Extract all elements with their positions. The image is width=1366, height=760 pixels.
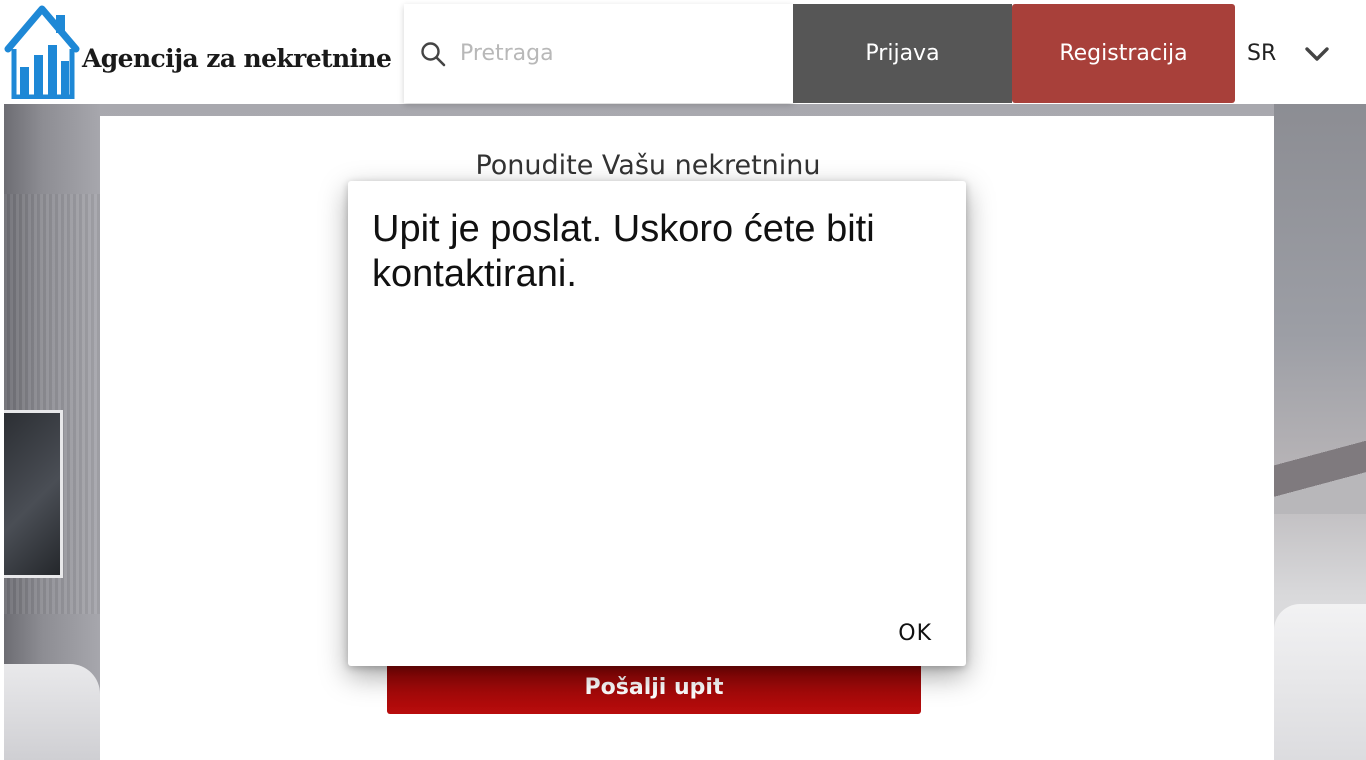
background-chair	[4, 664, 100, 760]
site-header: Agencija za nekretnine Prijava Registrac…	[0, 0, 1366, 104]
dialog-message: Upit je poslat. Uskoro ćete biti kontakt…	[372, 208, 875, 295]
house-chart-icon	[4, 5, 80, 100]
background-mountain	[1274, 434, 1366, 514]
page: Agencija za nekretnine Prijava Registrac…	[0, 0, 1366, 760]
submit-inquiry-button[interactable]: Pošalji upit	[387, 660, 921, 714]
dialog-ok-button[interactable]: OK	[898, 617, 932, 650]
language-selector[interactable]: SR	[1247, 4, 1362, 103]
search-icon	[420, 41, 446, 67]
search-box[interactable]	[404, 4, 793, 103]
background-tv	[4, 410, 63, 578]
confirmation-dialog: Upit je poslat. Uskoro ćete biti kontakt…	[348, 181, 966, 666]
language-label: SR	[1247, 41, 1277, 66]
logo-text: Agencija za nekretnine	[82, 43, 392, 73]
background-sofa	[1274, 604, 1366, 760]
site-logo[interactable]: Agencija za nekretnine	[4, 4, 404, 100]
page-title: Ponudite Vašu nekretninu	[475, 150, 821, 181]
chevron-down-icon	[1304, 45, 1330, 63]
register-button[interactable]: Registracija	[1012, 4, 1235, 103]
search-input[interactable]	[458, 40, 782, 67]
login-button[interactable]: Prijava	[793, 4, 1012, 103]
